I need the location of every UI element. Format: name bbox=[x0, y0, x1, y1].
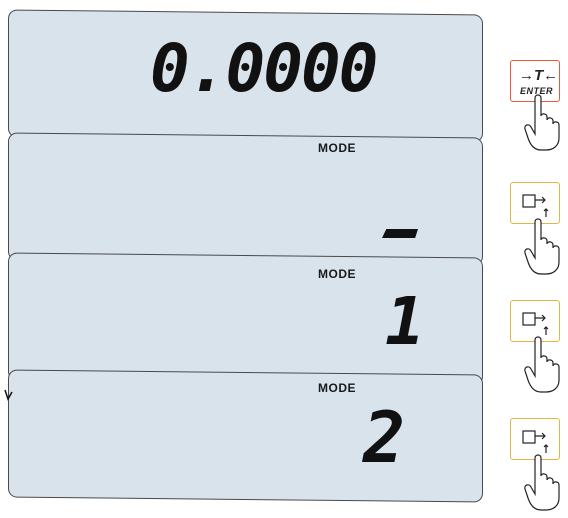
mode-value-1: 1 bbox=[385, 283, 425, 360]
pressing-hand-icon bbox=[524, 218, 560, 275]
tare-symbol: →T← bbox=[519, 67, 559, 84]
mode-label: MODE bbox=[318, 381, 356, 395]
pointer-mark-icon bbox=[4, 389, 13, 401]
display-panel-mode-2 bbox=[8, 369, 483, 503]
weight-readout: 0.0000 bbox=[150, 30, 378, 107]
mode-dash-segment bbox=[382, 229, 418, 238]
pressing-hand-icon bbox=[524, 336, 560, 393]
mode-value-2: 2 bbox=[363, 397, 406, 479]
display-panel-mode-blank bbox=[8, 132, 483, 266]
mode-label: MODE bbox=[318, 267, 356, 281]
mode-label: MODE bbox=[318, 141, 356, 155]
pressing-hand-icon bbox=[524, 94, 560, 151]
pressing-hand-icon bbox=[524, 454, 560, 511]
